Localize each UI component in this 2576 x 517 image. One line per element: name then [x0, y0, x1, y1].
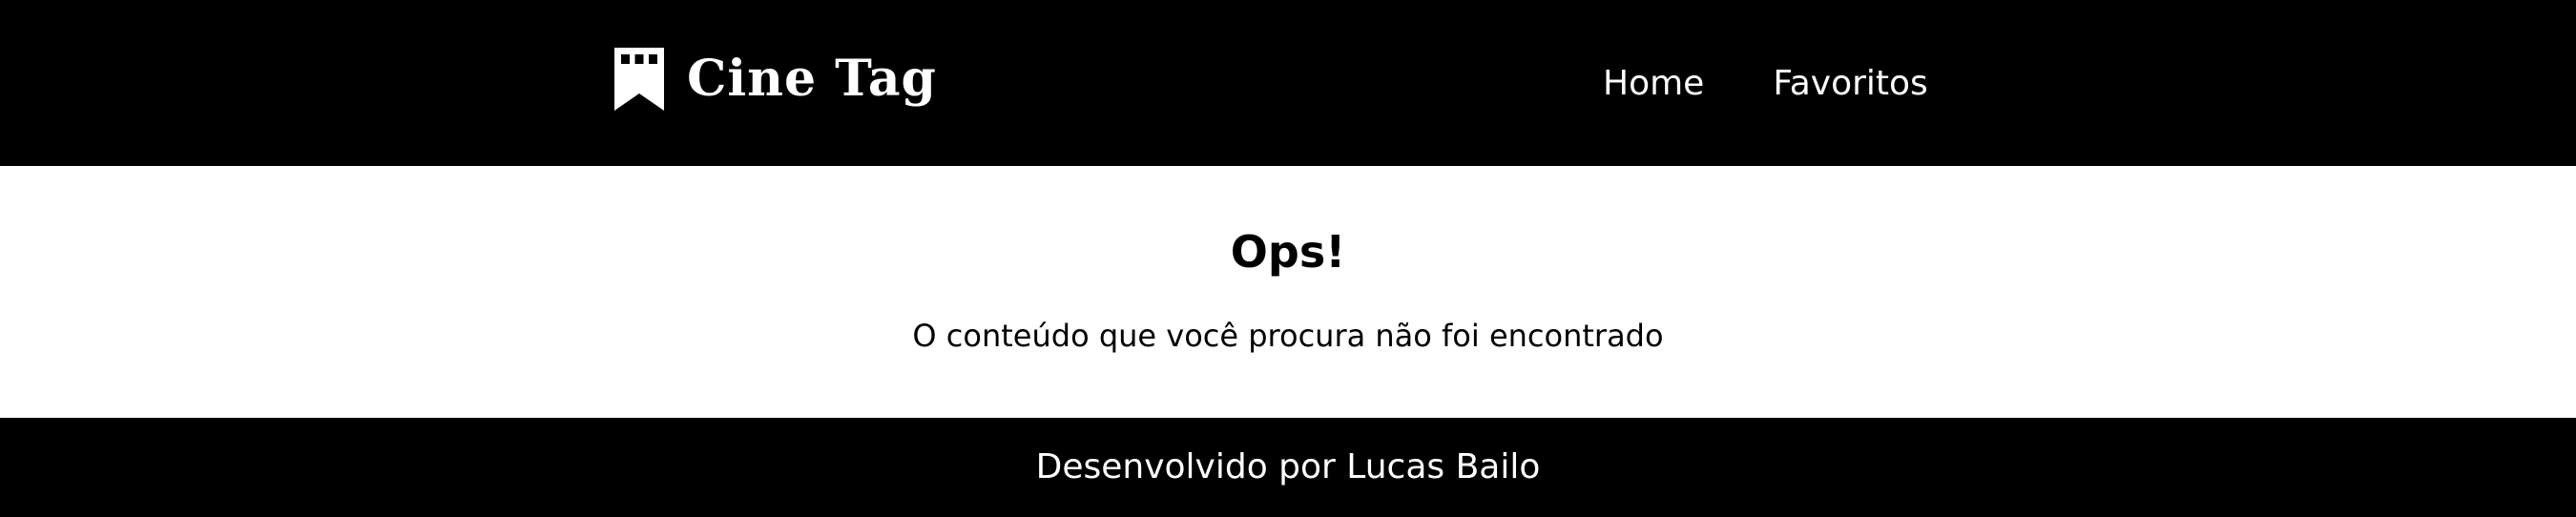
main-content: Ops! O conteúdo que você procura não foi… — [0, 166, 2576, 418]
logo-text: Cine Tag — [687, 50, 937, 108]
site-footer: Desenvolvido por Lucas Bailo — [0, 418, 2576, 517]
bookmark-film-icon — [614, 48, 664, 111]
logo-link[interactable]: Cine Tag — [614, 48, 937, 111]
nav-favoritos-link[interactable]: Favoritos — [1773, 59, 1928, 109]
footer-credit: Desenvolvido por Lucas Bailo — [1035, 447, 1541, 486]
not-found-message: O conteúdo que você procura não foi enco… — [912, 318, 1664, 354]
nav-home-link[interactable]: Home — [1603, 59, 1704, 109]
main-nav: Home Favoritos — [1603, 59, 1928, 109]
site-header: Cine Tag Home Favoritos — [0, 0, 2576, 166]
page-title: Ops! — [1230, 226, 1346, 278]
